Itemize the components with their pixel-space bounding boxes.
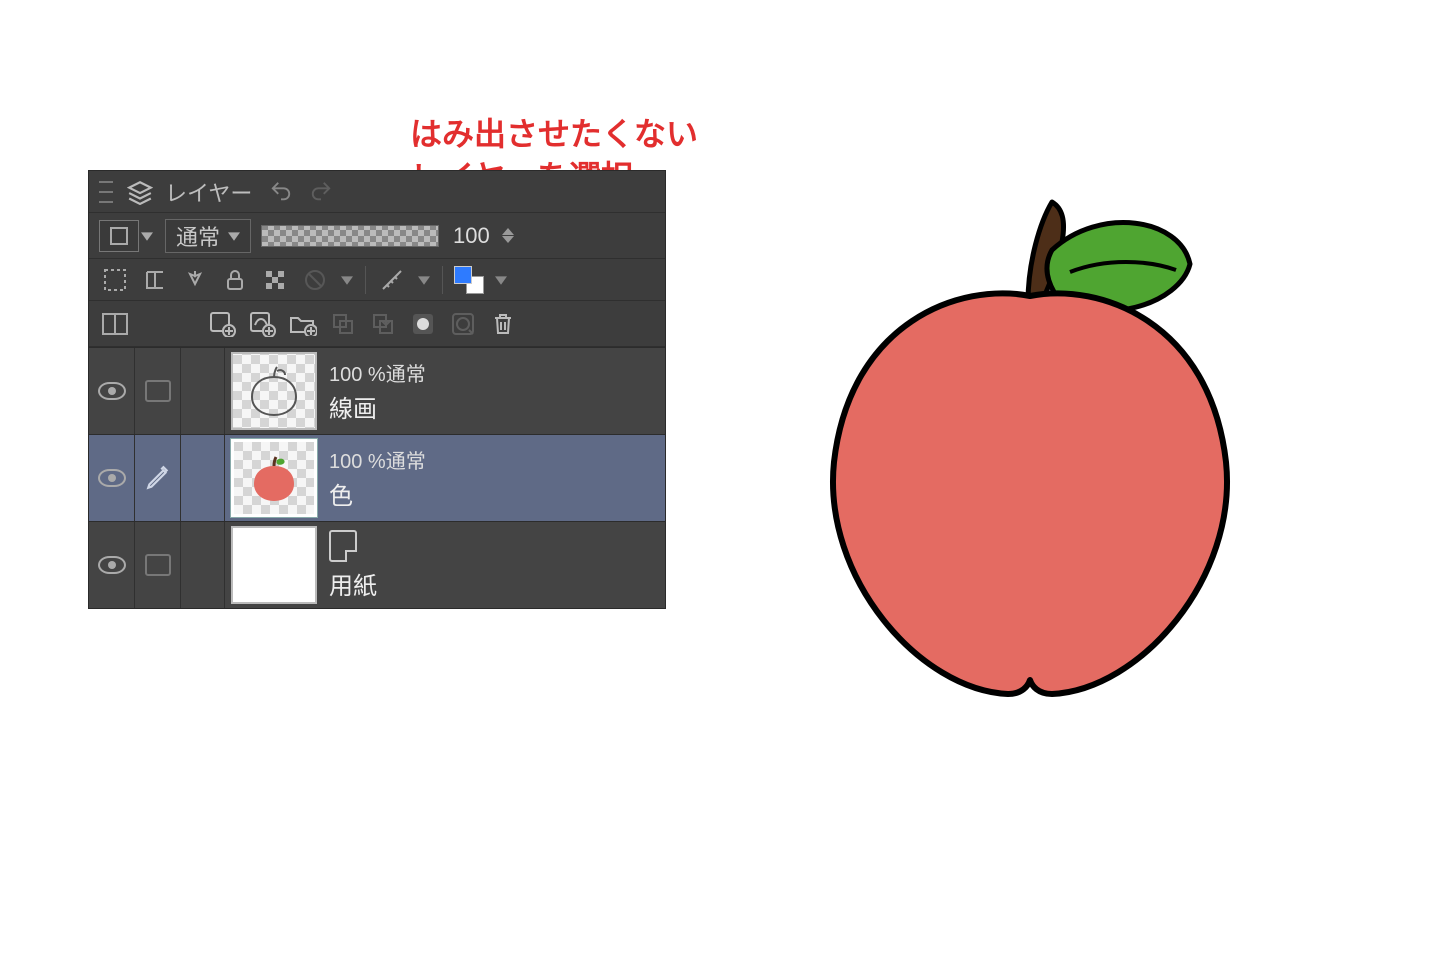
drag-handle-icon[interactable] <box>99 181 113 203</box>
paper-icon <box>329 530 357 562</box>
lock-toggle[interactable] <box>135 435 181 521</box>
new-folder-icon[interactable] <box>287 308 319 340</box>
layer-item-color[interactable]: 100 %通常 色 <box>89 434 665 521</box>
layer-color-swatch[interactable] <box>453 264 485 296</box>
mask-dropdown[interactable] <box>339 265 355 295</box>
eye-icon <box>98 556 126 574</box>
blend-mode-value: 通常 <box>176 220 220 252</box>
new-raster-layer-icon[interactable] <box>207 308 239 340</box>
redo-icon[interactable] <box>306 177 336 207</box>
lock-toggle[interactable] <box>135 522 181 608</box>
layer-list: 100 %通常 線画 <box>89 347 665 608</box>
layer-toolbar-1 <box>89 259 665 301</box>
layer-color-dropdown[interactable] <box>139 221 155 251</box>
blend-mode-select[interactable]: 通常 <box>165 219 251 253</box>
layer-opacity-label: 100 %通常 <box>329 445 665 474</box>
layer-opacity-label: 100 %通常 <box>329 358 665 387</box>
layer-info[interactable]: 100 %通常 色 <box>323 435 665 521</box>
layer-type-cell[interactable] <box>181 348 225 434</box>
ruler-dropdown[interactable] <box>416 265 432 295</box>
layer-info[interactable]: 100 %通常 線画 <box>323 348 665 434</box>
separator <box>442 266 443 294</box>
palette-header[interactable]: レイヤー <box>89 171 665 213</box>
lockbox-icon <box>145 380 171 402</box>
separator <box>365 266 366 294</box>
opacity-down[interactable] <box>502 236 514 243</box>
undo-icon[interactable] <box>266 177 296 207</box>
clip-mask-icon[interactable] <box>139 264 171 296</box>
eye-icon <box>98 469 126 487</box>
ruler-icon[interactable] <box>376 264 408 296</box>
pencil-icon <box>145 465 171 491</box>
new-vector-layer-icon[interactable] <box>247 308 279 340</box>
layer-thumb-paper[interactable] <box>231 526 317 604</box>
layer-toolbar-2 <box>89 301 665 347</box>
layer-info[interactable]: 用紙 <box>323 522 665 608</box>
layer-name: 色 <box>329 476 665 511</box>
eye-icon <box>98 382 126 400</box>
panel-layout-icon[interactable] <box>99 308 131 340</box>
blend-row: 通常 100 <box>89 213 665 259</box>
apply-mask-icon[interactable] <box>447 308 479 340</box>
enable-mask-icon[interactable] <box>299 264 331 296</box>
layer-name: 用紙 <box>329 566 665 601</box>
lock-transparency-icon[interactable] <box>259 264 291 296</box>
opacity-up[interactable] <box>502 228 514 235</box>
layer-color-swatch-dropdown[interactable] <box>493 265 509 295</box>
create-mask-icon[interactable] <box>407 308 439 340</box>
palette-title: レイヤー <box>165 176 252 208</box>
visibility-toggle[interactable] <box>89 522 135 608</box>
layer-type-cell[interactable] <box>181 522 225 608</box>
visibility-toggle[interactable] <box>89 348 135 434</box>
merge-down-icon[interactable] <box>367 308 399 340</box>
layer-color-label-button[interactable] <box>99 220 139 252</box>
reference-layer-icon[interactable] <box>179 264 211 296</box>
lock-toggle[interactable] <box>135 348 181 434</box>
transfer-down-icon[interactable] <box>327 308 359 340</box>
layer-name: 線画 <box>329 389 665 424</box>
layer-type-cell[interactable] <box>181 435 225 521</box>
layer-item-lineart[interactable]: 100 %通常 線画 <box>89 347 665 434</box>
layer-thumb-lineart[interactable] <box>231 352 317 430</box>
lock-icon[interactable] <box>219 264 251 296</box>
opacity-spinner[interactable] <box>502 228 514 243</box>
layers-palette: レイヤー 通常 100 <box>88 170 666 609</box>
delete-layer-icon[interactable] <box>487 308 519 340</box>
selection-border-icon[interactable] <box>99 264 131 296</box>
layer-item-paper[interactable]: 用紙 <box>89 521 665 608</box>
layer-thumb-color[interactable] <box>231 439 317 517</box>
layers-stack-icon <box>125 177 155 207</box>
visibility-toggle[interactable] <box>89 435 135 521</box>
opacity-slider[interactable] <box>261 225 439 247</box>
opacity-value: 100 <box>453 223 490 249</box>
lockbox-icon <box>145 554 171 576</box>
canvas-apple-artwork <box>770 172 1290 732</box>
annotation-line-1: はみ出させたくない <box>410 113 698 156</box>
